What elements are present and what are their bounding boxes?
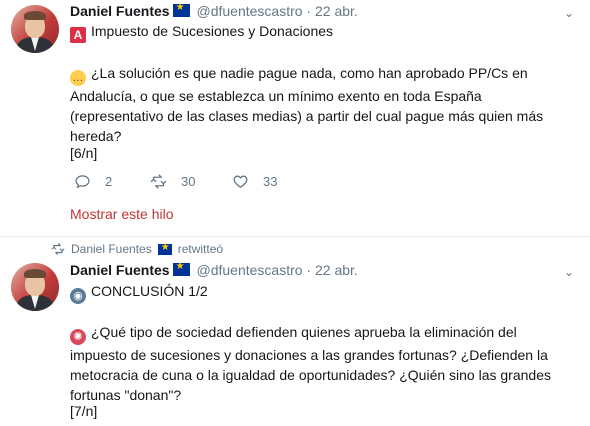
like-count: 33	[263, 174, 278, 189]
show-thread-link[interactable]: Mostrar este hilo	[70, 206, 173, 222]
author-name[interactable]: Daniel Fuentes	[70, 262, 170, 278]
avatar[interactable]	[11, 263, 59, 311]
chevron-down-icon[interactable]: ⌄	[564, 7, 576, 19]
author-handle[interactable]: @dfuentescastro	[196, 3, 302, 19]
tweet-2[interactable]: Daniel Fuentes retwitteó Daniel Fuentes …	[0, 237, 590, 426]
eu-flag-icon	[157, 242, 172, 255]
retweet-count: 30	[181, 174, 196, 189]
tweet-header: Daniel Fuentes @dfuentescastro · 22 abr.	[70, 261, 358, 278]
heart-icon	[233, 175, 248, 188]
eu-flag-icon	[172, 2, 190, 17]
virus-icon: ✺	[70, 329, 86, 345]
tweet-body: ✺ ¿Qué tipo de sociedad defienden quienes…	[70, 322, 575, 405]
tweet-date[interactable]: 22 abr.	[315, 262, 358, 278]
heading-text: CONCLUSIÓN 1/2	[91, 283, 208, 299]
separator: ·	[306, 262, 312, 278]
author-name[interactable]: Daniel Fuentes	[70, 3, 170, 19]
retweet-button[interactable]: 30	[150, 173, 195, 190]
retweet-label: retwitteó	[177, 242, 224, 256]
tweet-body: … ¿La solución es que nadie pague nada, c…	[70, 63, 575, 146]
tweet-counter: [6/n]	[70, 145, 98, 161]
letter-a-icon: A	[70, 27, 86, 43]
chevron-down-icon[interactable]: ⌄	[564, 266, 576, 278]
tweet-header: Daniel Fuentes @dfuentescastro · 22 abr.	[70, 2, 358, 19]
avatar[interactable]	[11, 5, 59, 53]
topic-text: Impuesto de Sucesiones y Donaciones	[91, 23, 334, 39]
tweet-1[interactable]: Daniel Fuentes @dfuentescastro · 22 abr.…	[0, 0, 590, 237]
retweet-icon	[150, 174, 167, 189]
reply-icon	[75, 175, 90, 189]
tweet-counter: [7/n]	[70, 403, 98, 419]
reply-count: 2	[105, 174, 113, 189]
tweet-date[interactable]: 22 abr.	[315, 3, 358, 19]
retweet-context: Daniel Fuentes retwitteó	[51, 242, 223, 256]
tweet-topic: A Impuesto de Sucesiones y Donaciones	[70, 21, 333, 43]
like-button[interactable]: 33	[232, 173, 277, 190]
author-handle[interactable]: @dfuentescastro	[196, 262, 302, 278]
tweet-heading: ◉ CONCLUSIÓN 1/2	[70, 281, 208, 304]
thinking-face-icon: …	[70, 70, 86, 86]
retweeter-name[interactable]: Daniel Fuentes	[71, 242, 152, 256]
speaking-head-icon: ◉	[70, 288, 86, 304]
eu-flag-icon	[172, 261, 190, 276]
tweet-body-text: ¿Qué tipo de sociedad defienden quienes …	[70, 324, 551, 403]
separator: ·	[306, 3, 312, 19]
retweet-icon	[51, 243, 65, 255]
tweet-body-text: ¿La solución es que nadie pague nada, co…	[70, 65, 544, 144]
reply-button[interactable]: 2	[74, 173, 112, 190]
